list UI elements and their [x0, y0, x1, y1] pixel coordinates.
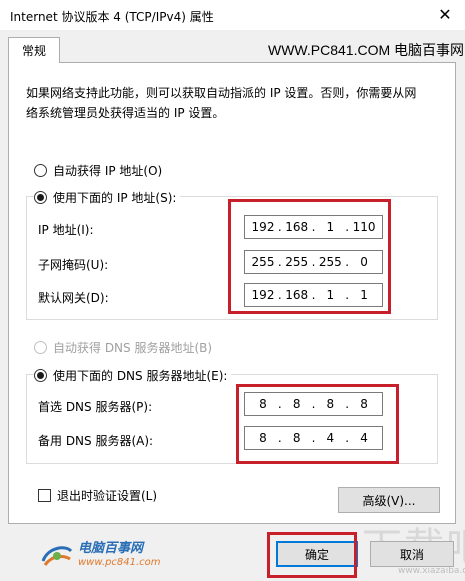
description-text: 如果网络支持此功能，则可以获取自动指派的 IP 设置。否则，你需要从网络系统管理…: [26, 86, 417, 120]
title-bar: Internet 协议版本 4 (TCP/IPv4) 属性 ✕: [0, 0, 465, 30]
alternate-dns-label: 备用 DNS 服务器(A):: [38, 434, 154, 448]
corner-watermark-url: www.xiazaiba.com: [398, 566, 465, 576]
ip-address-label: IP 地址(I):: [38, 223, 94, 237]
logo-url: www.pc841.com: [78, 557, 161, 568]
logo-name: 电脑百事网: [78, 541, 144, 556]
radio-manual-dns[interactable]: 使用下面的 DNS 服务器地址(E):: [34, 367, 232, 384]
tab-general[interactable]: 常规: [8, 37, 60, 63]
radio-manual-dns-label: 使用下面的 DNS 服务器地址(E):: [53, 369, 228, 383]
radio-auto-dns-label: 自动获得 DNS 服务器地址(B): [53, 341, 213, 355]
default-gateway-label: 默认网关(D):: [38, 291, 109, 305]
validate-on-exit-label: 退出时验证设置(L): [57, 489, 158, 503]
subnet-mask-label: 子网掩码(U):: [38, 258, 109, 272]
radio-auto-dns-indicator[interactable]: [34, 341, 47, 354]
radio-auto-ip-indicator[interactable]: [34, 164, 47, 177]
window-title: Internet 协议版本 4 (TCP/IPv4) 属性: [10, 10, 214, 24]
logo: 电脑百事网 www.pc841.com: [40, 542, 161, 570]
validate-on-exit[interactable]: 退出时验证设置(L): [38, 487, 157, 504]
ok-highlight-frame: [267, 532, 357, 578]
site-watermark: WWW.PC841.COM 电脑百事网: [268, 42, 465, 58]
dns-highlight-frame: [236, 384, 399, 464]
radio-auto-dns[interactable]: 自动获得 DNS 服务器地址(B): [34, 339, 217, 356]
radio-auto-ip[interactable]: 自动获得 IP 地址(O): [34, 162, 167, 179]
radio-manual-ip-label: 使用下面的 IP 地址(S):: [53, 191, 177, 205]
ip-highlight-frame: [228, 199, 391, 314]
advanced-button[interactable]: 高级(V)...: [338, 487, 440, 513]
preferred-dns-label: 首选 DNS 服务器(P):: [38, 400, 153, 414]
radio-manual-ip-indicator[interactable]: [34, 191, 47, 204]
cancel-button[interactable]: 取消: [370, 541, 454, 567]
validate-on-exit-checkbox[interactable]: [38, 489, 51, 502]
radio-auto-ip-label: 自动获得 IP 地址(O): [53, 164, 163, 178]
radio-manual-ip[interactable]: 使用下面的 IP 地址(S):: [34, 189, 181, 206]
logo-swoosh-icon: [41, 546, 73, 566]
radio-manual-dns-indicator[interactable]: [34, 369, 47, 382]
close-icon[interactable]: ✕: [425, 0, 465, 28]
